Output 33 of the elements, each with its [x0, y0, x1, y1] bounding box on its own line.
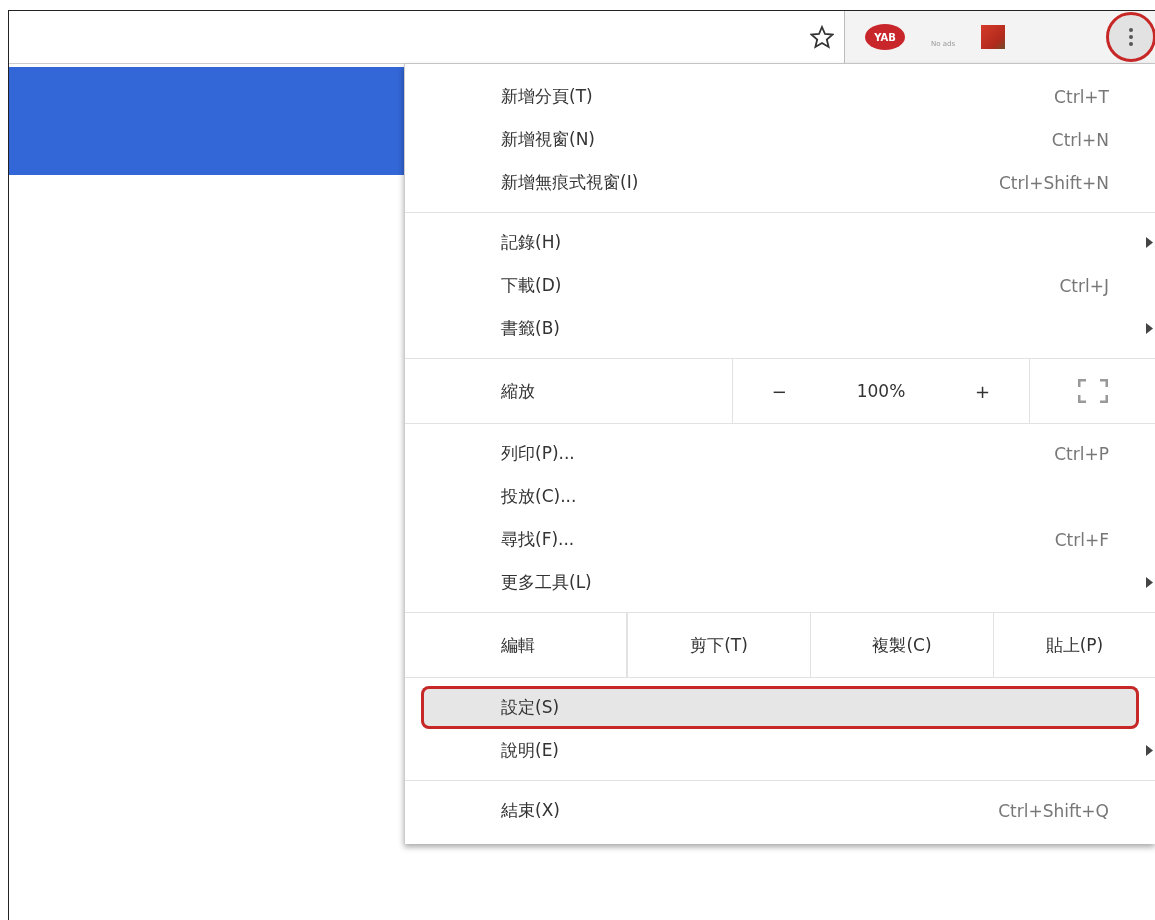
menu-item[interactable]: 更多工具(L)	[405, 561, 1155, 604]
extension-tile-icon[interactable]	[981, 25, 1006, 49]
shortcut-text: Ctrl+F	[1054, 529, 1109, 550]
shortcut-text: Ctrl+P	[1054, 443, 1109, 464]
zoom-in-button[interactable]: +	[967, 376, 999, 406]
menu-item[interactable]: 結束(X) Ctrl+Shift+Q	[405, 789, 1155, 832]
menu-item[interactable]: 設定(S)	[421, 686, 1139, 729]
fullscreen-icon[interactable]	[1077, 379, 1108, 403]
shortcut-text: Ctrl+Shift+Q	[998, 800, 1109, 821]
menu-item[interactable]: 記錄(H)	[405, 221, 1155, 264]
menu-item[interactable]: 尋找(F)... Ctrl+F	[405, 518, 1155, 561]
shortcut-text: Ctrl+N	[1051, 129, 1109, 150]
menu-item[interactable]: 下載(D) Ctrl+J	[405, 264, 1155, 307]
star-icon[interactable]	[810, 25, 834, 49]
shortcut-text: Ctrl+T	[1054, 86, 1109, 107]
menu-item[interactable]: 說明(E)	[405, 729, 1155, 772]
shortcut-text: Ctrl+Shift+N	[998, 172, 1109, 193]
zoom-level: 100%	[856, 381, 906, 401]
menu-item[interactable]: 書籤(B)	[405, 307, 1155, 350]
menu-item[interactable]: 新增分頁(T) Ctrl+T	[405, 75, 1155, 118]
edit-action-button[interactable]: 剪下(T)	[627, 613, 810, 677]
menu-item[interactable]: 列印(P)... Ctrl+P	[405, 432, 1155, 475]
zoom-label: 縮放	[405, 359, 733, 423]
shortcut-text: Ctrl+J	[1059, 275, 1109, 296]
zoom-out-button[interactable]: −	[763, 376, 795, 406]
edit-action-button[interactable]: 貼上(P)	[993, 613, 1155, 677]
menu-item[interactable]: 投放(C)...	[405, 475, 1155, 518]
edit-label: 編輯	[405, 613, 627, 677]
extension-badge[interactable]: YAB	[865, 24, 905, 50]
menu-item[interactable]: 新增視窗(N) Ctrl+N	[405, 118, 1155, 161]
edit-action-button[interactable]: 複製(C)	[810, 613, 993, 677]
menu-item[interactable]: 新增無痕式視窗(I) Ctrl+Shift+N	[405, 161, 1155, 204]
menu-button[interactable]	[1109, 15, 1153, 59]
